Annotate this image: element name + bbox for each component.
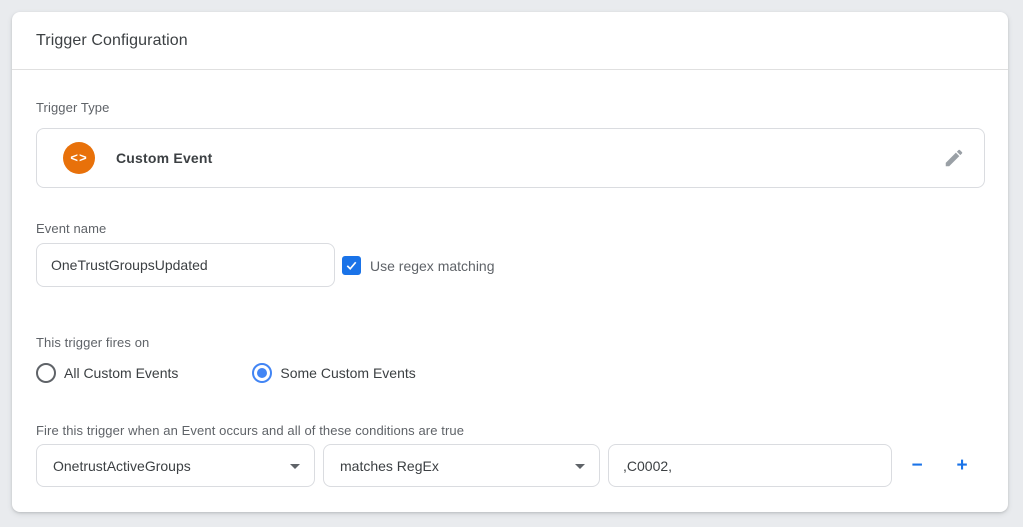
trigger-configuration-panel: Trigger Configuration Trigger Type <> Cu… bbox=[12, 12, 1008, 512]
condition-value-input[interactable] bbox=[608, 444, 892, 487]
remove-condition-button[interactable]: − bbox=[904, 453, 930, 479]
chevron-down-icon bbox=[290, 464, 300, 469]
condition-row: OnetrustActiveGroups matches RegEx − + bbox=[12, 444, 1008, 487]
condition-operator-value: matches RegEx bbox=[340, 458, 439, 474]
trigger-type-tile[interactable]: <> Custom Event bbox=[36, 128, 985, 188]
radio-icon bbox=[252, 363, 272, 383]
radio-all-custom-events[interactable]: All Custom Events bbox=[36, 363, 178, 383]
event-name-label: Event name bbox=[36, 221, 106, 236]
condition-variable-select[interactable]: OnetrustActiveGroups bbox=[36, 444, 315, 487]
radio-label: All Custom Events bbox=[64, 365, 178, 381]
conditions-label: Fire this trigger when an Event occurs a… bbox=[36, 423, 464, 438]
fires-on-label: This trigger fires on bbox=[36, 335, 149, 350]
custom-event-icon: <> bbox=[63, 142, 95, 174]
radio-icon bbox=[36, 363, 56, 383]
radio-label: Some Custom Events bbox=[280, 365, 415, 381]
edit-trigger-type-button[interactable] bbox=[938, 142, 970, 174]
use-regex-row: Use regex matching bbox=[342, 256, 495, 275]
condition-variable-value: OnetrustActiveGroups bbox=[53, 458, 191, 474]
add-condition-button[interactable]: + bbox=[949, 453, 975, 479]
pencil-icon bbox=[943, 147, 965, 169]
page-title: Trigger Configuration bbox=[36, 32, 188, 50]
event-name-input[interactable] bbox=[36, 243, 335, 287]
radio-some-custom-events[interactable]: Some Custom Events bbox=[252, 363, 415, 383]
use-regex-checkbox[interactable] bbox=[342, 256, 361, 275]
chevron-down-icon bbox=[575, 464, 585, 469]
trigger-type-label: Trigger Type bbox=[36, 100, 109, 115]
fires-on-options: All Custom Events Some Custom Events bbox=[36, 363, 416, 383]
condition-operator-select[interactable]: matches RegEx bbox=[323, 444, 600, 487]
trigger-type-value: Custom Event bbox=[116, 150, 213, 166]
use-regex-label: Use regex matching bbox=[370, 258, 495, 274]
panel-header: Trigger Configuration bbox=[12, 12, 1008, 70]
